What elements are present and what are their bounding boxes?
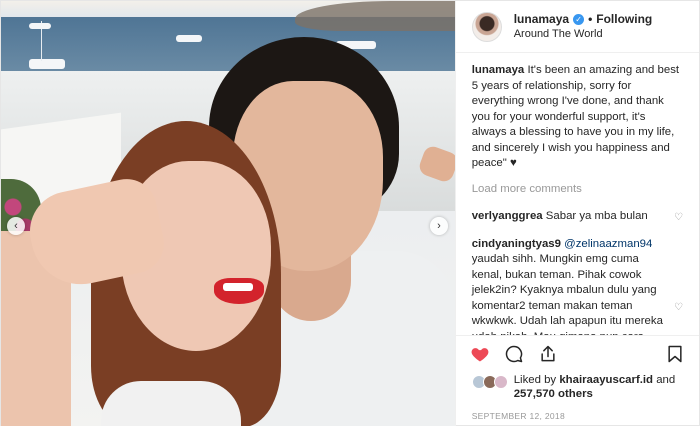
- likes-prefix: Liked by: [513, 374, 557, 386]
- comment-button[interactable]: [502, 342, 526, 366]
- post-photo[interactable]: ‹ ›: [1, 1, 455, 426]
- caption-username[interactable]: lunamaya: [472, 64, 525, 76]
- likes-count-link[interactable]: 257,570 others: [514, 388, 593, 400]
- heart-filled-icon: [471, 347, 489, 361]
- likes-user-link[interactable]: khairaayuscarf.id: [559, 374, 653, 386]
- post-side-panel: lunamaya ✓ • Following Around The World …: [454, 1, 699, 426]
- woman-lips: [214, 278, 264, 304]
- save-button[interactable]: [663, 342, 687, 366]
- caption-text: It's been an amazing and best 5 years of…: [471, 64, 680, 169]
- photo-boat: [176, 35, 202, 42]
- load-more-comments-button[interactable]: Load more comments: [472, 182, 683, 198]
- photo-boat: [29, 59, 65, 69]
- caption: lunamaya It's been an amazing and best 5…: [472, 63, 683, 172]
- bookmark-icon: [668, 345, 682, 362]
- location-link[interactable]: Around The World: [514, 27, 653, 42]
- likes-conjunction: and: [656, 374, 676, 386]
- header-text: lunamaya ✓ • Following Around The World: [514, 12, 653, 42]
- comment-username[interactable]: cindyaningtyas9: [472, 238, 561, 250]
- heart-outline-icon[interactable]: ♡: [674, 210, 683, 226]
- comment-item: verlyanggrea Sabar ya mba bulan ♡: [472, 209, 683, 225]
- photo-boat: [29, 23, 51, 29]
- avatar[interactable]: [471, 11, 502, 42]
- comment-text: Sabar ya mba bulan: [545, 210, 648, 222]
- instagram-post: ‹ › lunamaya ✓ • Following Around The Wo…: [0, 0, 700, 426]
- verified-badge-icon: ✓: [573, 13, 585, 25]
- woman-teeth: [223, 283, 253, 291]
- comments-section[interactable]: lunamaya It's been an amazing and best 5…: [456, 53, 699, 335]
- liker-avatars[interactable]: [471, 375, 508, 389]
- chevron-left-icon[interactable]: ‹: [7, 217, 25, 235]
- following-button[interactable]: Following: [596, 12, 652, 27]
- likes-summary: Liked by khairaayuscarf.id and 257,570 o…: [456, 371, 699, 411]
- post-date: September 12, 2018: [471, 411, 565, 421]
- header-username[interactable]: lunamaya: [514, 12, 569, 27]
- chevron-right-icon[interactable]: ›: [430, 217, 448, 235]
- woman-shirt: [101, 381, 241, 426]
- separator-dot: •: [588, 11, 593, 26]
- action-bar: [455, 335, 699, 371]
- likes-text: Liked by khairaayuscarf.id and 257,570 o…: [514, 373, 683, 401]
- post-header: lunamaya ✓ • Following Around The World: [455, 1, 699, 53]
- comment-text: yaudah sihh. Mungkin emg cuma kenal, buk…: [471, 253, 663, 335]
- share-button[interactable]: [536, 342, 560, 366]
- like-button[interactable]: [468, 342, 492, 366]
- comment-mention[interactable]: @zelinaazman94: [564, 238, 652, 250]
- comment-username[interactable]: verlyanggrea: [472, 210, 543, 222]
- comment-icon: [505, 345, 522, 362]
- comment-item: cindyaningtyas9 @zelinaazman94 yaudah si…: [472, 237, 683, 336]
- avatar: [493, 375, 508, 389]
- heart-outline-icon[interactable]: ♡: [674, 300, 683, 316]
- header-row: lunamaya ✓ • Following: [514, 12, 653, 27]
- share-icon: [541, 345, 555, 361]
